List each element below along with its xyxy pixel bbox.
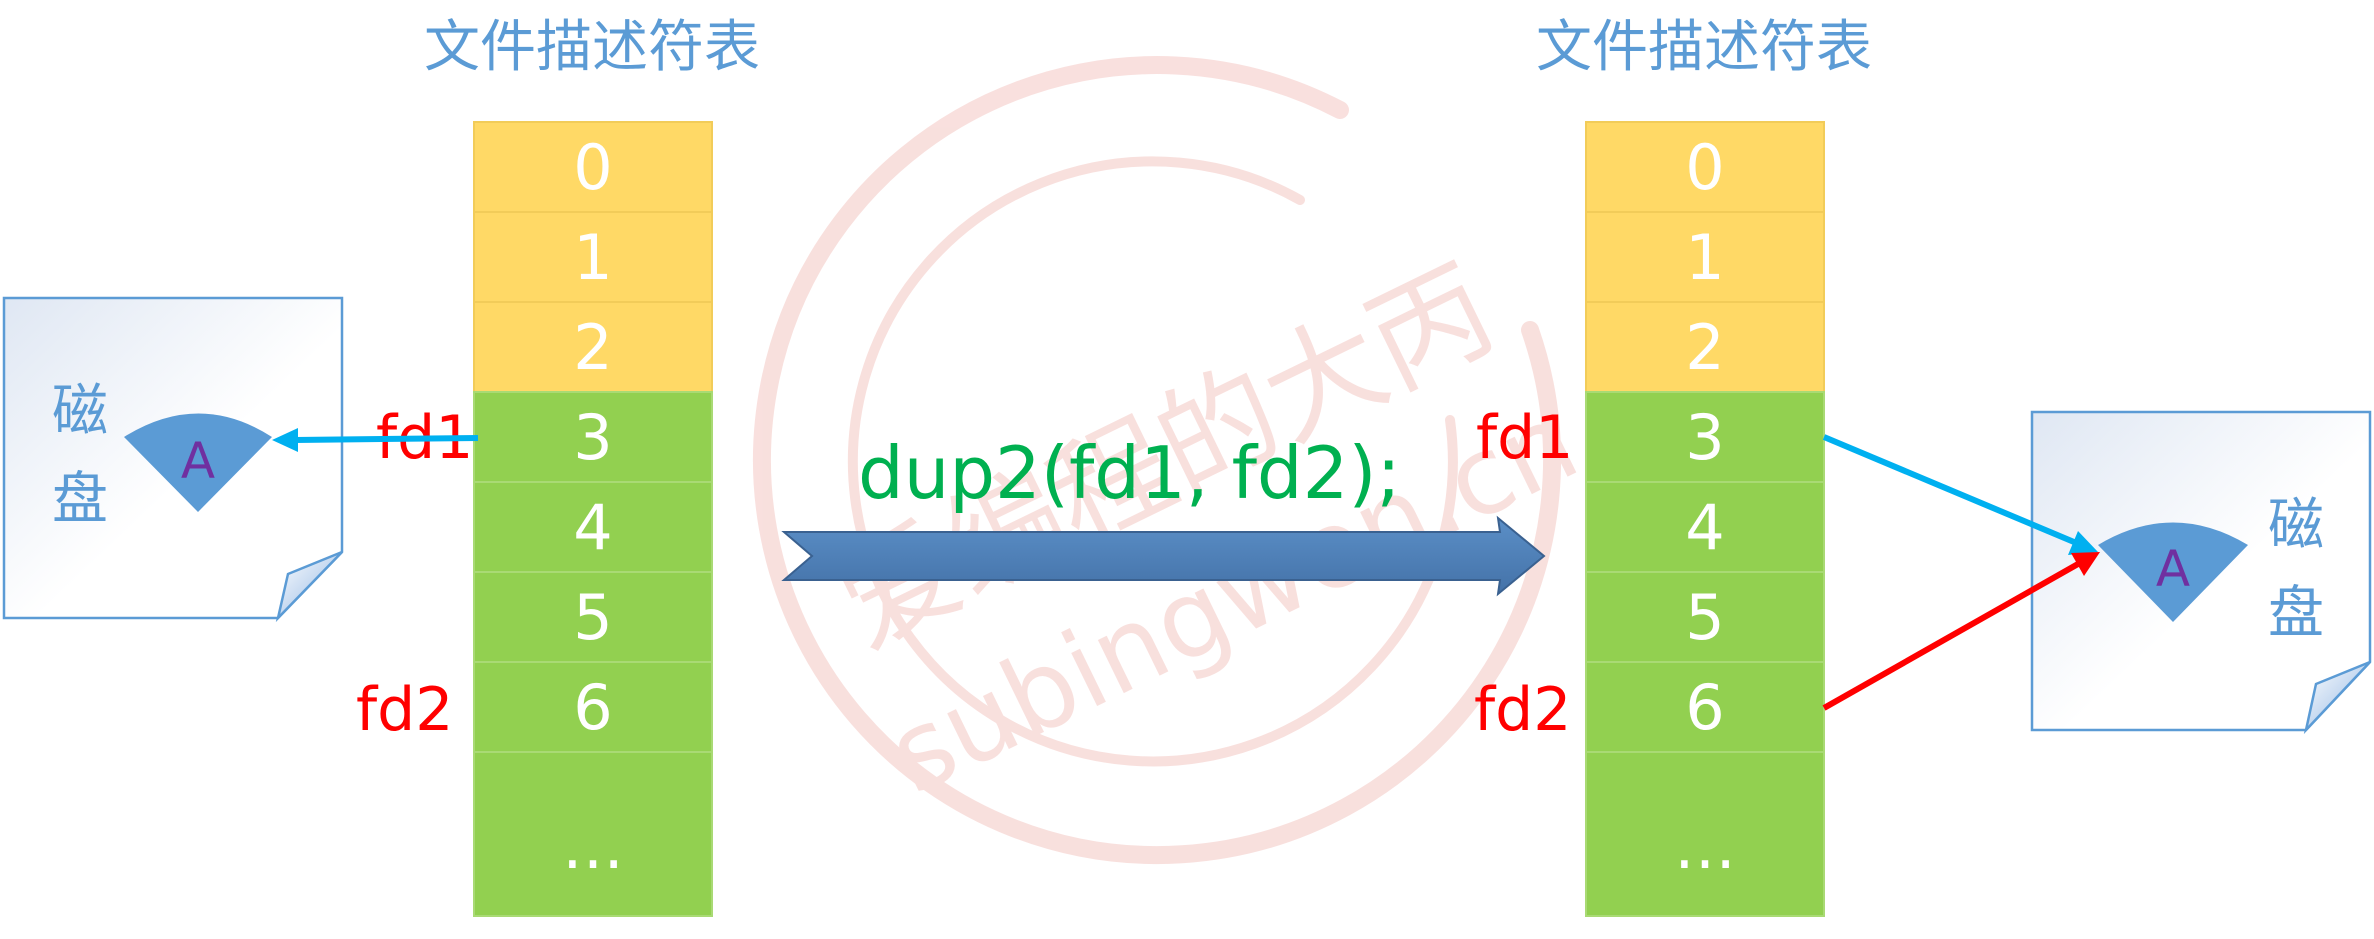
left-disk-label-2: 盘: [52, 467, 108, 532]
right-fd-number-6: 6: [1685, 671, 1724, 744]
right-fd1-label: fd1: [1476, 403, 1573, 473]
right-fd-table: 0 1 2 3 4 5 6 …: [1585, 121, 1825, 917]
left-fd-number-4: 4: [573, 491, 612, 564]
right-fd-number-2: 2: [1685, 311, 1724, 384]
right-fd-number-3: 3: [1685, 401, 1724, 474]
left-fd-number-5: 5: [573, 581, 612, 654]
left-fd-number-0: 0: [573, 131, 612, 204]
left-disk: 磁 盘 A: [2, 296, 344, 623]
left-table-title: 文件描述符表: [424, 15, 760, 80]
right-fd-number-4: 4: [1685, 491, 1724, 564]
left-file-letter: A: [181, 432, 215, 490]
right-fd-number-5: 5: [1685, 581, 1724, 654]
right-fd-number-more: …: [1674, 810, 1736, 883]
left-fd-number-1: 1: [573, 221, 612, 294]
right-file-letter: A: [2156, 540, 2190, 598]
left-fd-table: 0 1 2 3 4 5 6 …: [473, 121, 713, 917]
right-disk-label-1: 磁: [2268, 493, 2324, 558]
right-fd2-label: fd2: [1474, 675, 1571, 745]
left-fd2-label: fd2: [356, 675, 453, 745]
left-disk-label-1: 磁: [52, 379, 108, 444]
right-table-title: 文件描述符表: [1536, 15, 1872, 80]
dup2-diagram: 爱编程的大丙 subingwen.cn 文件描述符表 文件描述符表 012345…: [2, 15, 2372, 917]
left-fd-number-6: 6: [573, 671, 612, 744]
left-fd-number-3: 3: [573, 401, 612, 474]
right-disk-label-2: 盘: [2268, 581, 2324, 646]
right-fd-number-0: 0: [1685, 131, 1724, 204]
operation-code: dup2(fd1, fd2);: [858, 431, 1401, 515]
left-fd-number-2: 2: [573, 311, 612, 384]
right-fd-number-1: 1: [1685, 221, 1724, 294]
left-fd-number-more: …: [562, 810, 624, 883]
